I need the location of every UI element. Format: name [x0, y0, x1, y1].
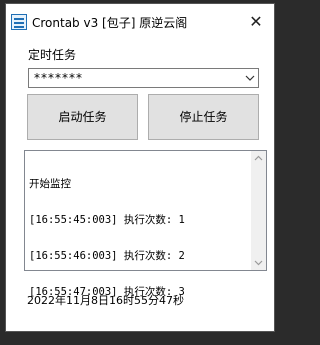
log-textarea[interactable]: 开始监控 [16:55:45:003] 执行次数: 1 [16:55:46:00… — [24, 150, 267, 298]
task-select[interactable]: ******* — [28, 68, 259, 88]
close-icon: ✕ — [249, 12, 263, 31]
log-line: [16:55:45:003] 执行次数: 1 — [29, 214, 185, 226]
start-task-button[interactable]: 启动任务 — [27, 94, 138, 140]
scroll-up-icon[interactable] — [251, 151, 266, 166]
task-select-value: ******* — [34, 71, 83, 85]
title-bar[interactable]: Crontab v3 [包子] 原逆云阁 ✕ — [6, 4, 274, 40]
window-title: Crontab v3 [包子] 原逆云阁 — [32, 16, 188, 30]
log-line: 开始监控 — [29, 178, 71, 190]
chevron-down-icon[interactable] — [244, 72, 256, 84]
app-window: Crontab v3 [包子] 原逆云阁 ✕ 定时任务 ******* 启动任务… — [5, 3, 275, 332]
close-button[interactable]: ✕ — [238, 4, 274, 40]
status-datetime: 2022年11月8日16时55分47秒 — [27, 294, 184, 307]
log-scrollbar[interactable] — [251, 151, 266, 270]
log-line: [16:55:46:003] 执行次数: 2 — [29, 250, 185, 262]
stop-task-button[interactable]: 停止任务 — [148, 94, 259, 140]
task-label: 定时任务 — [28, 48, 77, 62]
app-icon — [11, 14, 27, 30]
scroll-down-icon[interactable] — [251, 255, 266, 270]
